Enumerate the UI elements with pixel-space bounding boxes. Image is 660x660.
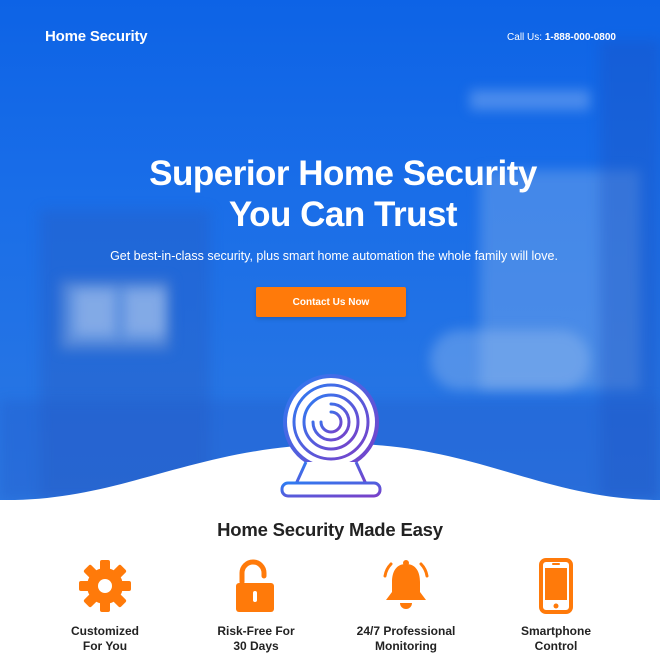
feature-monitoring: 24/7 Professional Monitoring	[336, 558, 476, 654]
security-camera-icon	[280, 374, 382, 498]
background-window-pane	[125, 290, 165, 335]
gear-icon	[79, 560, 131, 612]
feature-label: 24/7 Professional Monitoring	[336, 624, 476, 654]
feature-label: Smartphone Control	[486, 624, 626, 654]
contact-us-button[interactable]: Contact Us Now	[256, 287, 406, 317]
feature-label: Customized For You	[35, 624, 175, 654]
feature-label-line: Customized	[70, 624, 139, 638]
background-window-pane	[75, 290, 115, 335]
feature-smartphone: Smartphone Control	[486, 558, 626, 654]
features-title: Home Security Made Easy	[217, 519, 443, 540]
feature-label-line: Smartphone	[520, 624, 591, 638]
feature-label-line: Control	[534, 639, 578, 653]
feature-label-line: Risk-Free For	[217, 624, 295, 638]
feature-risk-free: Risk-Free For 30 Days	[186, 558, 326, 654]
smartphone-icon	[539, 558, 573, 614]
feature-label-line: 24/7 Professional	[356, 624, 456, 638]
unlocked-padlock-icon	[236, 559, 274, 612]
feature-label-line: Monitoring	[375, 639, 437, 653]
call-us-label: Call Us:	[507, 32, 543, 43]
headline-line-2: You Can Trust	[228, 195, 458, 234]
feature-label-line: For You	[82, 639, 128, 653]
phone-number-link[interactable]: 1-888-000-0800	[545, 32, 616, 43]
background-ceiling-light	[470, 90, 590, 110]
feature-customized: Customized For You	[35, 558, 175, 654]
bell-icon	[383, 560, 429, 609]
background-table	[430, 330, 590, 390]
brand-logo[interactable]: Home Security	[45, 28, 148, 45]
headline-line-1: Superior Home Security	[149, 154, 537, 193]
hero-subheadline: Get best-in-class security, plus smart h…	[110, 249, 558, 263]
feature-label-line: 30 Days	[233, 639, 279, 653]
call-us-text: Call Us: 1-888-000-0800	[507, 32, 616, 43]
hero-headline: Superior Home Security You Can Trust	[0, 153, 660, 235]
feature-label: Risk-Free For 30 Days	[186, 624, 326, 654]
